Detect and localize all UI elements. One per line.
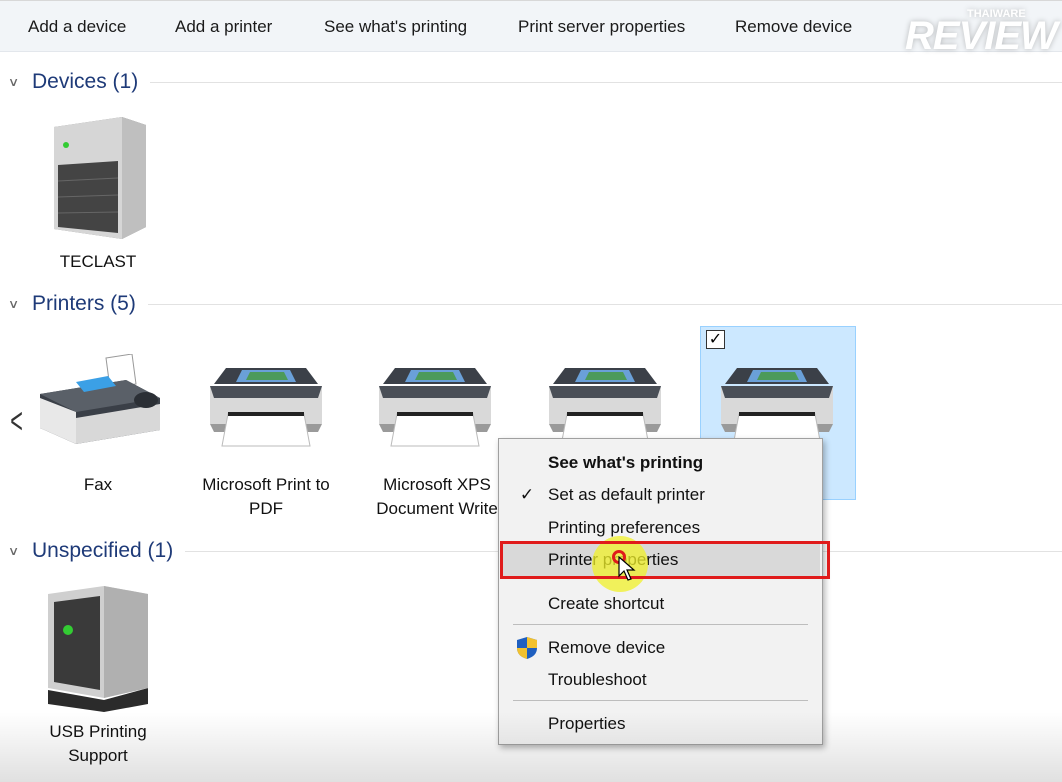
menu-item-remove-device[interactable]: Remove device: [501, 632, 820, 664]
menu-item-troubleshoot[interactable]: Troubleshoot: [501, 664, 820, 696]
watermark-main: REVIEW: [905, 14, 1058, 58]
watermark-logo: THAIWARE REVIEW: [905, 4, 1058, 62]
menu-item-label: Troubleshoot: [548, 670, 647, 689]
divider: [147, 303, 1062, 305]
printer-label-line1: Microsoft XPS: [383, 475, 491, 494]
devices-section-header[interactable]: ∨ Devices (1): [7, 67, 1062, 97]
context-menu: See what's printing ✓ Set as default prin…: [498, 438, 823, 745]
mouse-pointer-icon: [618, 556, 636, 581]
checkmark-icon: ✓: [519, 485, 535, 504]
divider: [150, 81, 1062, 83]
menu-separator: [513, 624, 808, 625]
section-title: Devices (1): [32, 70, 139, 93]
section-title: Printers (5): [32, 292, 136, 315]
menu-item-properties[interactable]: Properties: [501, 708, 820, 740]
device-label-line1: USB Printing: [49, 722, 147, 741]
printer-fax[interactable]: Fax: [30, 350, 166, 520]
add-printer-button[interactable]: Add a printer: [175, 17, 272, 37]
printer-label: Fax: [83, 475, 113, 494]
menu-item-label: Create shortcut: [548, 594, 665, 613]
printer-label-line1: Microsoft Print to: [202, 475, 330, 494]
menu-item-see-whats-printing[interactable]: See what's printing: [501, 447, 820, 479]
menu-item-label: Remove device: [548, 638, 666, 657]
computer-tower-icon: [54, 117, 146, 239]
printer-label-line2: Document Write: [376, 499, 498, 518]
selection-checkbox[interactable]: ✓: [706, 330, 725, 349]
chevron-down-icon: ∨: [7, 297, 20, 311]
menu-item-printing-preferences[interactable]: Printing preferences: [501, 512, 820, 544]
menu-item-set-as-default-printer[interactable]: ✓ Set as default printer: [501, 479, 820, 511]
print-server-properties-button[interactable]: Print server properties: [518, 17, 685, 37]
device-usb-printing-support[interactable]: USB Printing Support: [30, 582, 166, 772]
printers-section-header[interactable]: ∨ Printers (5): [7, 289, 1062, 319]
menu-item-label: Set as default printer: [548, 485, 705, 504]
fax-icon: [40, 354, 160, 444]
menu-item-label: Printing preferences: [548, 518, 701, 537]
menu-item-label: Properties: [548, 714, 626, 733]
add-device-button[interactable]: Add a device: [28, 17, 126, 37]
printer-microsoft-xps-document-writer[interactable]: Microsoft XPS Document Write: [367, 350, 507, 520]
printer-label-line2: PDF: [249, 499, 283, 518]
scroll-left-chevron-icon[interactable]: <: [10, 400, 23, 442]
usb-device-icon: [48, 586, 148, 712]
printer-icon: [206, 362, 326, 455]
chevron-down-icon: ∨: [7, 75, 20, 89]
see-whats-printing-button[interactable]: See what's printing: [324, 17, 467, 37]
device-teclast[interactable]: TECLAST: [30, 110, 166, 280]
section-title: Unspecified (1): [32, 539, 174, 562]
remove-device-button[interactable]: Remove device: [735, 17, 852, 37]
device-label-line2: Support: [68, 746, 128, 765]
printer-microsoft-print-to-pdf[interactable]: Microsoft Print to PDF: [198, 350, 334, 520]
printer-icon: [375, 362, 495, 455]
chevron-down-icon: ∨: [7, 544, 20, 558]
command-bar: Add a device Add a printer See what's pr…: [0, 0, 1062, 52]
menu-separator: [513, 700, 808, 701]
menu-item-label: See what's printing: [548, 453, 704, 472]
menu-item-create-shortcut[interactable]: Create shortcut: [501, 588, 820, 620]
device-label: TECLAST: [59, 252, 137, 271]
annotation-highlight-box: [500, 541, 830, 579]
